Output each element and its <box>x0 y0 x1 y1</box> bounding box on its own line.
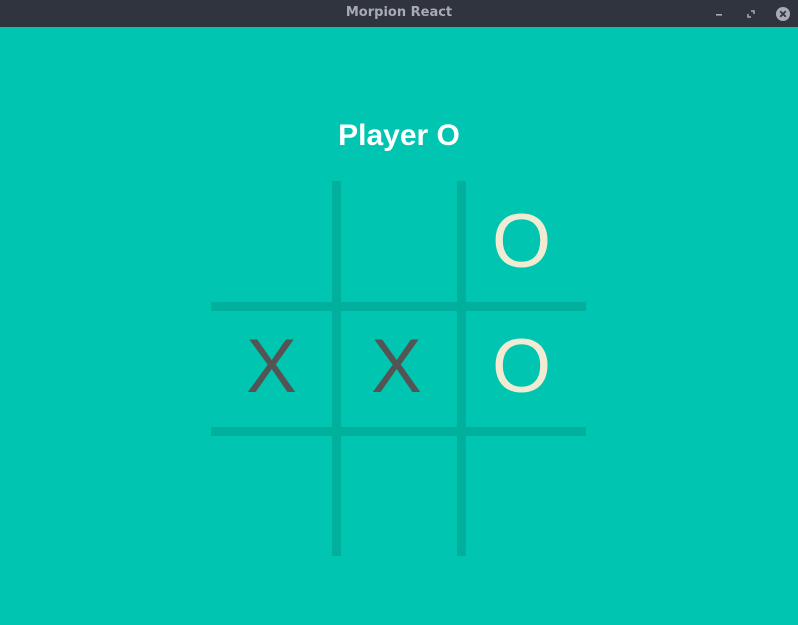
maximize-icon <box>746 9 755 18</box>
window-title: Morpion React <box>345 5 453 20</box>
board-cell-8[interactable] <box>336 431 457 552</box>
board-cell-3[interactable]: O <box>461 181 582 302</box>
board-cell-6[interactable]: O <box>461 306 582 427</box>
maximize-button[interactable] <box>742 5 759 22</box>
board-cell-4[interactable]: X <box>211 306 332 427</box>
game-area: Player O OXXO <box>0 27 798 625</box>
board-cell-7[interactable] <box>211 431 332 552</box>
game-board: OXXO <box>211 181 586 556</box>
board-cell-9[interactable] <box>461 431 582 552</box>
minimize-icon <box>715 13 722 16</box>
board-cell-5[interactable]: X <box>336 306 457 427</box>
close-button[interactable] <box>774 5 791 22</box>
board-cell-1[interactable] <box>211 181 332 302</box>
minimize-button[interactable] <box>710 5 727 22</box>
title-bar[interactable]: Morpion React <box>0 0 798 27</box>
app-window: Morpion React Player O OXXO <box>0 0 798 625</box>
board-cell-2[interactable] <box>336 181 457 302</box>
close-icon <box>775 6 790 21</box>
player-status: Player O <box>338 119 460 152</box>
